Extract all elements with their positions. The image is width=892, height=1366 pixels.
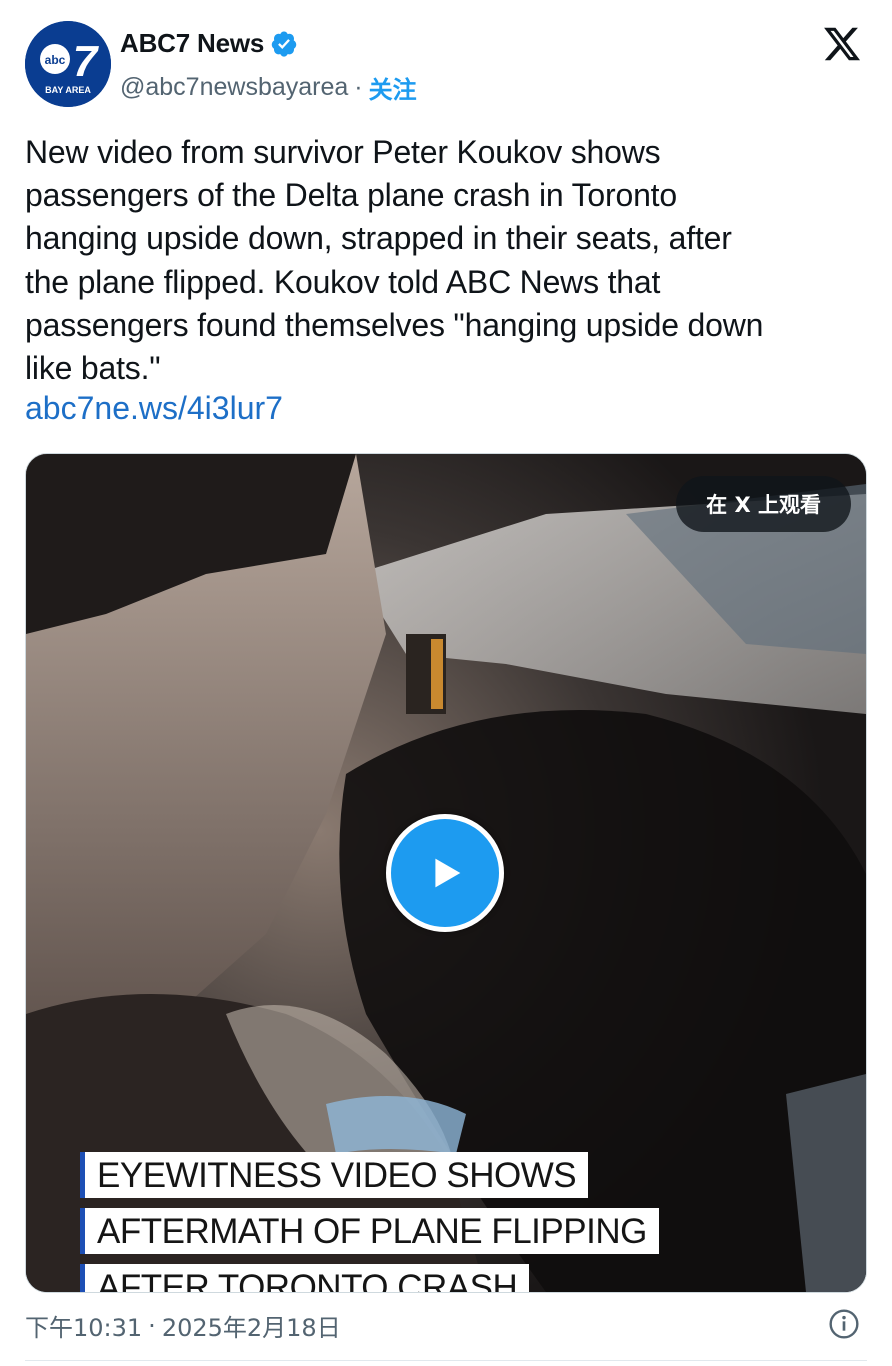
separator-dot: ·: [354, 73, 363, 101]
avatar[interactable]: abc 7 BAY AREA: [25, 21, 111, 107]
tweet-text-line: passengers of the Delta plane crash in T…: [25, 177, 677, 214]
x-logo-icon[interactable]: [822, 24, 862, 64]
timestamp-date: 2025年2月18日: [161, 1314, 341, 1342]
divider: [25, 1360, 867, 1361]
svg-text:7: 7: [73, 37, 100, 86]
separator-dot: ·: [148, 1311, 156, 1340]
svg-text:BAY AREA: BAY AREA: [45, 85, 91, 95]
video-caption-line: EYEWITNESS VIDEO SHOWS: [80, 1152, 589, 1198]
info-icon[interactable]: [828, 1308, 860, 1340]
video-caption-line: AFTERMATH OF PLANE FLIPPING: [80, 1208, 659, 1254]
account-name[interactable]: ABC7 News: [120, 28, 264, 59]
tweet-text-line: like bats.": [25, 350, 161, 387]
video-caption-line: AFTER TORONTO CRASH: [80, 1264, 530, 1292]
watch-on-x-button[interactable]: 在 X 上观看: [676, 476, 851, 532]
play-icon: [435, 858, 461, 888]
follow-button[interactable]: 关注: [369, 70, 417, 105]
abc7-logo-icon: abc 7 BAY AREA: [25, 21, 111, 107]
tweet-text: New video from survivor Peter Koukov sho…: [25, 131, 870, 390]
account-name-row: ABC7 News: [120, 28, 298, 59]
tweet-link[interactable]: abc7ne.ws/4i3lur7: [25, 390, 283, 427]
svg-text:abc: abc: [45, 53, 66, 67]
play-button[interactable]: [386, 814, 504, 932]
video-player[interactable]: 在 X 上观看 EYEWITNESS VIDEO SHOWS AFTERMATH…: [25, 453, 867, 1293]
account-handle[interactable]: @abc7newsbayarea: [120, 73, 348, 102]
tweet-card: abc 7 BAY AREA ABC7 News @abc7newsbayare…: [0, 0, 892, 1366]
tweet-text-line: hanging upside down, strapped in their s…: [25, 220, 732, 257]
tweet-text-line: the plane flipped. Koukov told ABC News …: [25, 263, 661, 300]
timestamp-time: 下午10:31: [25, 1314, 143, 1342]
verified-badge-icon: [271, 30, 297, 57]
tweet-text-line: New video from survivor Peter Koukov sho…: [25, 134, 661, 170]
handle-row: @abc7newsbayarea · 关注: [120, 70, 417, 105]
timestamp[interactable]: 下午10:31 · 2025年2月18日: [25, 1308, 341, 1343]
tweet-text-line: passengers found themselves "hanging ups…: [25, 306, 764, 343]
